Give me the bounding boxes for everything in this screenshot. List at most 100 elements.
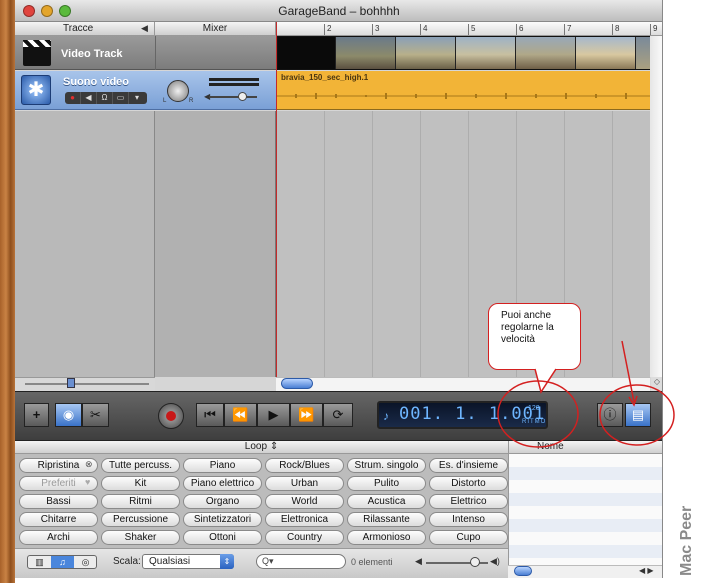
keyword-button[interactable]: Percussione [101, 512, 180, 527]
favorites-heart-icon: ♥ [85, 477, 91, 487]
record-enable-button[interactable]: ● [65, 92, 81, 104]
loop-results-list[interactable] [508, 454, 662, 565]
cycle-button[interactable]: ⟳ [323, 403, 353, 427]
note-icon: ♪ [383, 409, 389, 423]
tracks-header[interactable]: Tracce [15, 22, 155, 36]
ruler-tick: 4 [420, 24, 427, 35]
lock-button[interactable]: ▭ [113, 92, 129, 104]
pan-right-marker: R [189, 98, 194, 104]
horizontal-scroll-thumb[interactable] [281, 378, 313, 389]
video-filmstrip[interactable] [276, 36, 662, 70]
ruler-tick: 6 [516, 24, 523, 35]
keyword-button[interactable]: Ottoni [183, 530, 262, 545]
divider [155, 36, 156, 70]
rewind-button[interactable]: ⏪ [224, 403, 257, 427]
keyword-button[interactable]: Piano elettrico [183, 476, 262, 491]
playhead[interactable] [276, 22, 277, 391]
scissors-icon[interactable]: ✂ [82, 403, 109, 427]
results-scroll-thumb[interactable] [514, 566, 532, 576]
video-frame [576, 37, 636, 69]
podcast-view-icon[interactable]: ◎ [74, 556, 97, 568]
video-track-header[interactable]: Video Track [15, 36, 276, 70]
mute-button[interactable]: ◀ [81, 92, 97, 104]
keyword-button[interactable]: Sintetizzatori [183, 512, 262, 527]
loop-count: 0 elementi [351, 557, 393, 567]
grid-line [468, 111, 469, 377]
timeline-ruler[interactable]: 2 3 4 5 6 7 8 9 [276, 22, 662, 36]
keyword-button[interactable]: Shaker [101, 530, 180, 545]
zoom-slider[interactable] [25, 383, 149, 385]
track-menu-chevron-icon[interactable]: ▾ [129, 92, 145, 104]
horizontal-scrollbar[interactable] [276, 377, 650, 391]
level-meter-left [209, 78, 259, 81]
keyword-button[interactable]: Chitarre [19, 512, 98, 527]
keyword-button[interactable]: Elettrico [429, 494, 508, 509]
keyword-button[interactable]: Acustica [347, 494, 426, 509]
keyword-button[interactable]: Piano [183, 458, 262, 473]
keyword-button[interactable]: Armonioso [347, 530, 426, 545]
speaker-high-icon: ◀) [490, 556, 500, 566]
keyword-button[interactable]: Organo [183, 494, 262, 509]
vertical-scrollbar[interactable] [650, 36, 662, 377]
go-to-start-button[interactable]: ⏮ [196, 403, 224, 427]
eye-icon[interactable]: ◉ [55, 403, 82, 427]
collapse-arrow-icon[interactable]: ◀ [141, 23, 148, 34]
keyword-button[interactable]: Archi [19, 530, 98, 545]
scroll-arrows-icon[interactable]: ◀ ▶ [639, 566, 654, 575]
grid-line [372, 111, 373, 377]
loop-browser-header[interactable]: Loop ⇕ [15, 441, 508, 454]
keyword-button[interactable]: Country [265, 530, 344, 545]
garageband-window: GarageBand – bohhhh Tracce ◀ Mixer 2 3 4… [15, 0, 663, 578]
keyword-button[interactable]: Rilassante [347, 512, 426, 527]
audio-region-name: bravia_150_sec_high.1 [281, 73, 369, 82]
track-volume-slider[interactable] [209, 96, 257, 98]
keyword-button[interactable]: Rock/Blues [265, 458, 344, 473]
reset-x-icon: ⊗ [85, 459, 93, 469]
title-bar[interactable]: GarageBand – bohhhh [15, 0, 662, 22]
keyword-button[interactable]: Tutte percuss. [101, 458, 180, 473]
resize-corner-icon[interactable]: ◇ [651, 377, 662, 391]
video-frame [456, 37, 516, 69]
video-frame [278, 37, 336, 69]
keyword-button[interactable]: Elettronica [265, 512, 344, 527]
mixer-header[interactable]: Mixer [155, 22, 276, 36]
preview-volume-thumb[interactable] [470, 557, 480, 567]
speaker-low-icon: ◀ [415, 556, 422, 566]
zoom-slider-thumb[interactable] [67, 378, 75, 388]
keyword-button[interactable]: Urban [265, 476, 344, 491]
video-frame [336, 37, 396, 69]
annotation-callout: Puoi anche regolarne la velocità [488, 303, 581, 370]
keyword-button[interactable]: Intenso [429, 512, 508, 527]
loop-search-input[interactable]: Q▾ [256, 554, 346, 569]
watermark: Mac Peer [678, 506, 695, 576]
pan-knob[interactable] [167, 80, 189, 102]
ruler-tick: 3 [372, 24, 379, 35]
add-track-button[interactable]: + [24, 403, 49, 427]
keyword-button[interactable]: Es. d'insieme [429, 458, 508, 473]
keyword-button[interactable]: Bassi [19, 494, 98, 509]
music-view-icon[interactable]: ♫ [51, 556, 74, 568]
column-view-icon[interactable]: ▥ [28, 556, 51, 568]
keyword-button[interactable]: Ritmi [101, 494, 180, 509]
track-volume-thumb[interactable] [238, 92, 247, 101]
keyword-button[interactable]: Distorto [429, 476, 508, 491]
level-meter-right [209, 83, 259, 86]
audio-track-header[interactable]: ✱ Suono video ● ◀ Ω ▭ ▾ [15, 71, 276, 110]
media-browser-button[interactable]: ▤ [625, 403, 651, 427]
headphones-solo-button[interactable]: Ω [97, 92, 113, 104]
play-button[interactable]: ▶ [257, 403, 290, 427]
lcd-tempo: 120 [528, 405, 540, 412]
keyword-button[interactable]: Pulito [347, 476, 426, 491]
select-arrows-icon[interactable]: ⇕ [220, 554, 234, 569]
audio-track-name: Suono video [63, 76, 129, 88]
keyword-button[interactable]: Strum. singolo [347, 458, 426, 473]
video-track-name: Video Track [61, 48, 123, 60]
keyword-button[interactable]: Kit [101, 476, 180, 491]
keyword-button[interactable]: Cupo [429, 530, 508, 545]
keyword-button[interactable]: World [265, 494, 344, 509]
info-button[interactable]: ⓘ [597, 403, 623, 427]
watermark-text: Mac Peer [678, 506, 695, 576]
results-name-header[interactable]: Nome [508, 441, 662, 454]
clapperboard-stripes [23, 40, 51, 47]
fast-forward-button[interactable]: ⏩ [290, 403, 323, 427]
